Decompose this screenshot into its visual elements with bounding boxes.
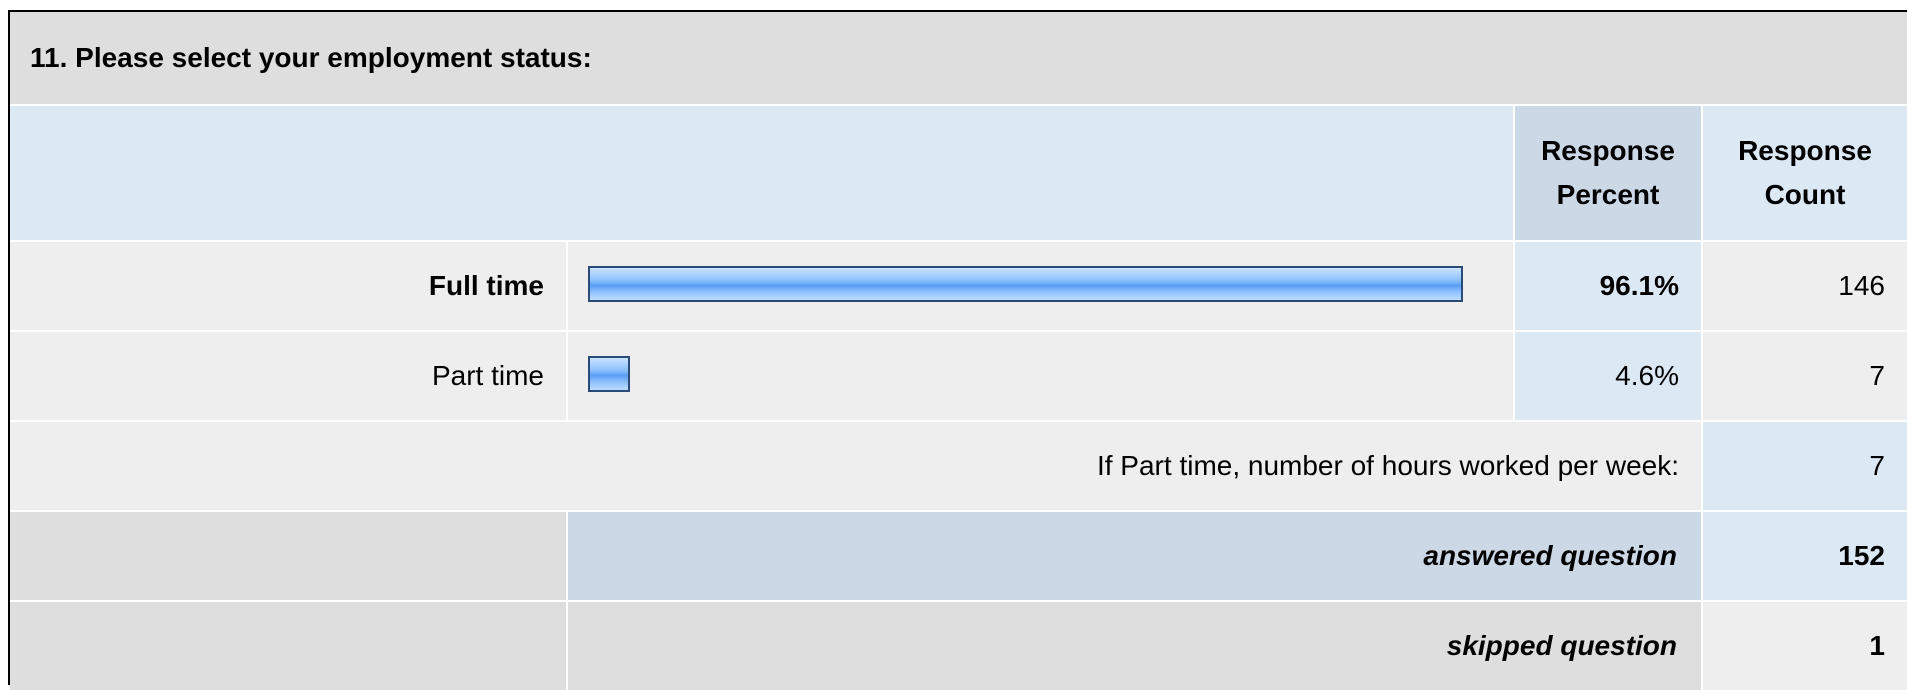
- count-full-time: 146: [1703, 242, 1907, 330]
- bar-full-time: [588, 266, 1463, 302]
- answer-label-part-time: Part time: [10, 332, 566, 420]
- question-title: 11. Please select your employment status…: [10, 12, 1907, 104]
- answered-question-count: 152: [1703, 512, 1907, 600]
- bar-cell-full-time: [568, 242, 1513, 330]
- bar-part-time: [588, 356, 630, 392]
- answer-label-full-time: Full time: [10, 242, 566, 330]
- skipped-question-count: 1: [1703, 602, 1907, 690]
- answered-question-label: answered question: [568, 512, 1701, 600]
- header-response-percent: Response Percent: [1515, 106, 1701, 240]
- percent-full-time: 96.1%: [1515, 242, 1701, 330]
- header-blank: [10, 106, 1513, 240]
- skipped-question-label: skipped question: [568, 602, 1701, 690]
- survey-question-table: 11. Please select your employment status…: [8, 10, 1907, 690]
- open-ended-count: 7: [1703, 422, 1907, 510]
- count-part-time: 7: [1703, 332, 1907, 420]
- bar-cell-part-time: [568, 332, 1513, 420]
- open-ended-label: If Part time, number of hours worked per…: [10, 422, 1701, 510]
- skipped-spacer: [10, 602, 566, 690]
- answered-spacer: [10, 512, 566, 600]
- percent-part-time: 4.6%: [1515, 332, 1701, 420]
- header-response-count: Response Count: [1703, 106, 1907, 240]
